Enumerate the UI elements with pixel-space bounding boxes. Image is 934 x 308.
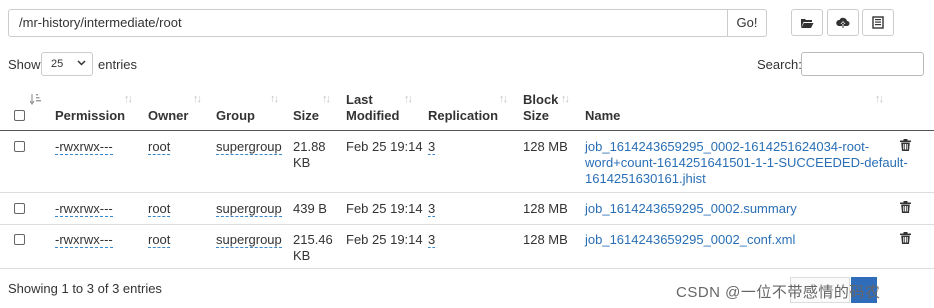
header-replication[interactable]: Replication — [428, 108, 498, 124]
header-name[interactable]: Name — [585, 108, 620, 124]
trash-icon — [900, 232, 911, 244]
path-input[interactable]: /mr-history/intermediate/root — [8, 9, 728, 37]
sort-group-icon: ↑↓ — [270, 93, 279, 105]
sort-amount-icon — [29, 94, 41, 106]
watermark: CSDN @一位不带感情的码农 — [676, 284, 881, 301]
row-last-modified: Feb 25 19:14 — [346, 201, 423, 216]
chevron-down-icon — [77, 60, 86, 66]
page-length-value: 25 — [51, 58, 64, 70]
table-bottom-divider — [0, 268, 934, 269]
clipboard-icon — [872, 16, 884, 29]
row-permission[interactable]: -rwxrwx--- — [55, 139, 113, 155]
header-group[interactable]: Group — [216, 108, 255, 124]
sort-owner-icon: ↑↓ — [193, 93, 202, 105]
row-checkbox[interactable] — [14, 234, 25, 245]
search-label: Search: — [757, 57, 802, 72]
row-file-name-link[interactable]: job_1614243659295_0002.summary — [585, 201, 797, 217]
row-replication[interactable]: 3 — [428, 201, 436, 217]
row-checkbox[interactable] — [14, 203, 25, 214]
header-last-modified[interactable]: Last Modified — [346, 92, 399, 124]
search-input[interactable] — [801, 52, 924, 76]
select-sort-icon[interactable] — [29, 93, 42, 108]
page-length-select[interactable]: 25 — [41, 52, 93, 76]
go-button[interactable]: Go! — [727, 9, 767, 37]
row-last-modified: Feb 25 19:14 — [346, 232, 423, 247]
row-group[interactable]: supergroup — [216, 201, 282, 217]
header-permission[interactable]: Permission — [55, 108, 125, 124]
delete-button[interactable] — [900, 139, 911, 154]
upload-cloud-icon — [836, 17, 850, 28]
header-block-size[interactable]: Block Size — [523, 92, 558, 124]
trash-icon — [900, 201, 911, 213]
row-group[interactable]: supergroup — [216, 139, 282, 155]
row-permission[interactable]: -rwxrwx--- — [55, 201, 113, 217]
row-divider — [0, 224, 934, 225]
entries-label: entries — [98, 57, 138, 72]
row-size: 21.88 KB — [293, 139, 326, 170]
sort-size-icon: ↑↓ — [322, 93, 331, 105]
header-size[interactable]: Size — [293, 108, 319, 124]
row-size: 439 B — [293, 201, 327, 216]
trash-icon — [900, 139, 911, 151]
header-divider — [0, 130, 934, 131]
row-owner[interactable]: root — [148, 139, 171, 155]
sort-permission-icon: ↑↓ — [124, 93, 133, 105]
show-label: Show — [8, 57, 41, 72]
folder-open-icon — [801, 18, 814, 28]
header-owner[interactable]: Owner — [148, 108, 188, 124]
table-info: Showing 1 to 3 of 3 entries — [8, 281, 162, 296]
header-last-modified-line2: Modified — [346, 108, 400, 123]
row-size: 215.46 KB — [293, 232, 333, 263]
header-last-modified-line1: Last — [346, 92, 373, 107]
row-block-size: 128 MB — [523, 201, 568, 216]
sort-block-size-icon: ↑↓ — [561, 93, 570, 105]
sort-last-modified-icon: ↑↓ — [404, 93, 413, 105]
delete-button[interactable] — [900, 201, 911, 216]
header-block-size-line1: Block — [523, 92, 559, 107]
row-owner[interactable]: root — [148, 232, 171, 248]
row-block-size: 128 MB — [523, 139, 568, 154]
delete-button[interactable] — [900, 232, 911, 247]
sort-replication-icon: ↑↓ — [499, 93, 508, 105]
row-permission[interactable]: -rwxrwx--- — [55, 232, 113, 248]
row-last-modified: Feb 25 19:14 — [346, 139, 423, 154]
row-divider — [0, 192, 934, 193]
row-replication[interactable]: 3 — [428, 232, 436, 248]
select-all-checkbox[interactable] — [14, 110, 25, 121]
row-file-name-link[interactable]: job_1614243659295_0002_conf.xml — [585, 232, 795, 248]
sort-name-icon: ↑↓ — [875, 93, 884, 105]
row-owner[interactable]: root — [148, 201, 171, 217]
header-block-size-line2: Size — [523, 108, 550, 123]
upload-button[interactable] — [827, 9, 859, 36]
row-replication[interactable]: 3 — [428, 139, 436, 155]
row-checkbox[interactable] — [14, 141, 25, 152]
row-file-name-link[interactable]: job_1614243659295_0002-1614251624034-roo… — [585, 139, 908, 187]
row-group[interactable]: supergroup — [216, 232, 282, 248]
open-folder-button[interactable] — [791, 9, 823, 36]
row-block-size: 128 MB — [523, 232, 568, 247]
clipboard-button[interactable] — [862, 9, 894, 36]
